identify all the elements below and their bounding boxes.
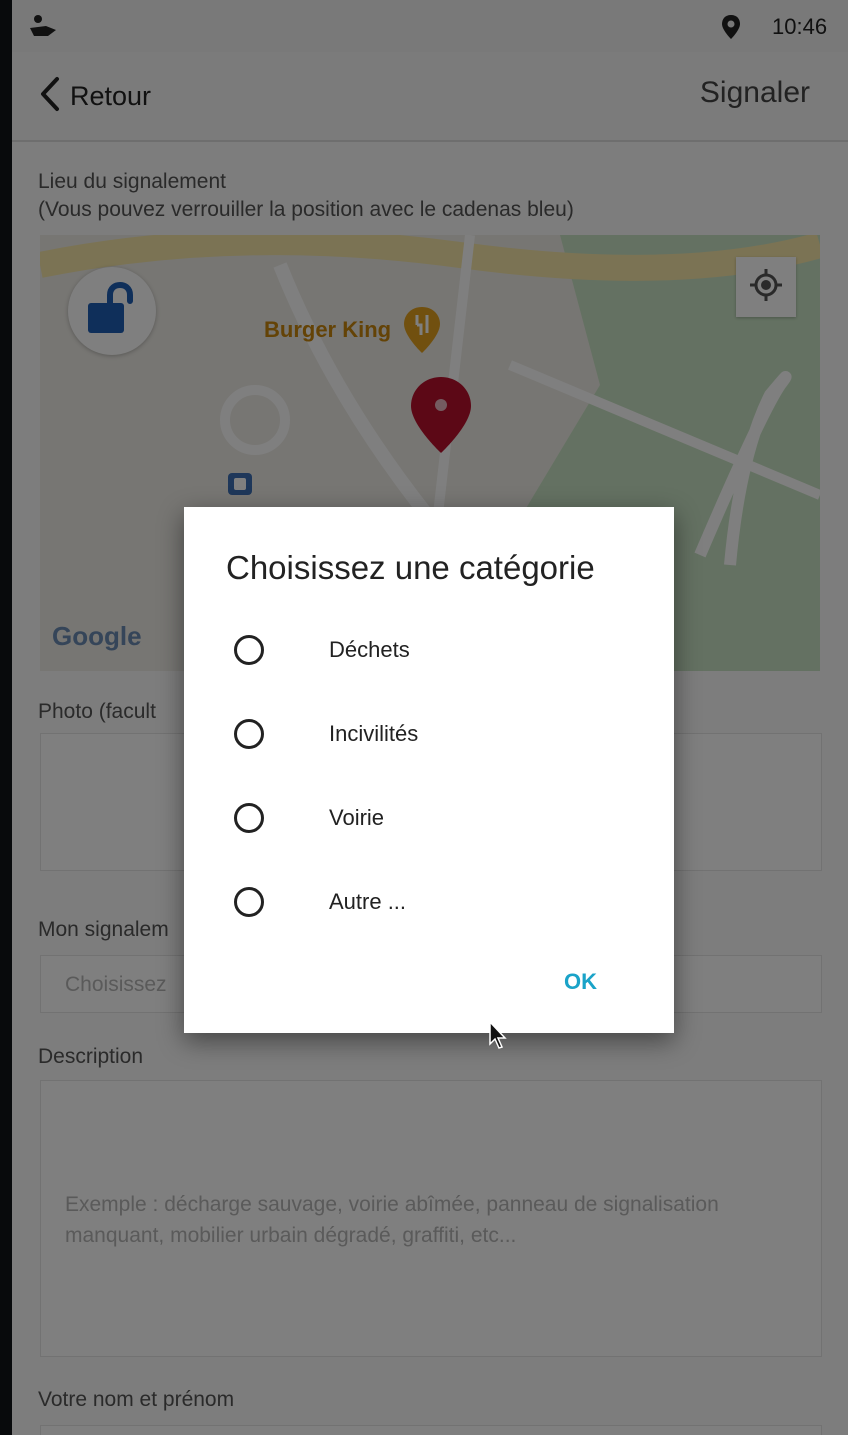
- category-option-dechets[interactable]: Déchets: [234, 619, 634, 681]
- category-option-autre[interactable]: Autre ...: [234, 871, 634, 933]
- option-label: Voirie: [329, 805, 385, 830]
- radio-button[interactable]: [234, 635, 264, 665]
- mouse-cursor-icon: [488, 1020, 508, 1055]
- radio-button[interactable]: [234, 719, 264, 749]
- category-dialog: Choisissez une catégorie Déchets Incivil…: [184, 507, 674, 1033]
- dialog-title: Choisissez une catégorie: [226, 549, 595, 586]
- option-label: Déchets: [329, 637, 410, 662]
- radio-button[interactable]: [234, 803, 264, 833]
- category-option-voirie[interactable]: Voirie: [234, 787, 634, 849]
- ok-button[interactable]: OK: [564, 969, 597, 995]
- option-label: Incivilités: [329, 721, 419, 746]
- category-option-incivilites[interactable]: Incivilités: [234, 703, 634, 765]
- option-label: Autre ...: [329, 889, 407, 914]
- radio-button[interactable]: [234, 887, 264, 917]
